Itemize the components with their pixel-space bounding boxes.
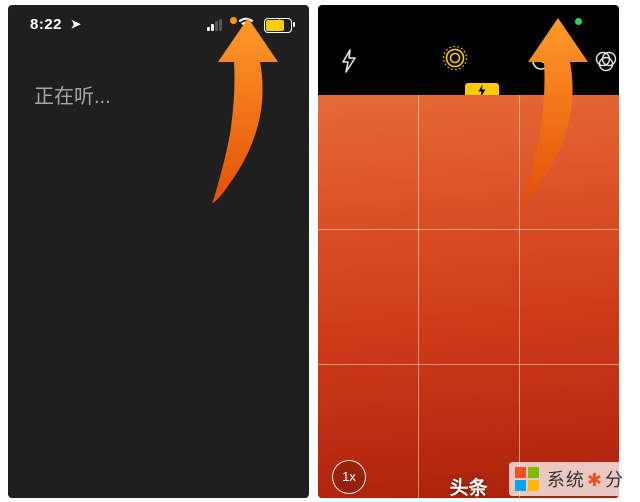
flash-toggle-icon[interactable] [340,49,358,79]
watermark: 系统✱分 [509,462,630,496]
watermark-text-a: 系统 [547,470,585,490]
canvas: 8:22 ➤ ⚡ 正在听... [0,0,640,502]
status-time: 8:22 ➤ [30,16,81,33]
watermark-text-b: 分 [605,470,624,490]
camera-indicator-dot [575,18,582,25]
live-photo-icon[interactable] [442,45,468,77]
viewfinder-caption-text: 头条 [449,473,487,498]
wifi-icon [238,16,254,33]
phone-right: 1x 头条 [318,5,619,498]
phone-left: 8:22 ➤ ⚡ 正在听... [8,5,309,498]
watermark-text: 系统✱分 [547,466,624,492]
status-bar-right [318,5,619,31]
microphone-indicator-dot [230,17,237,24]
filters-icon[interactable] [594,49,618,79]
camera-viewfinder[interactable]: 1x 头条 [318,95,619,498]
microsoft-logo-icon [515,467,539,491]
zoom-toggle-button[interactable]: 1x [332,460,366,494]
battery-icon: ⚡ [264,18,292,33]
listening-status-text: 正在听... [34,80,111,109]
cellular-signal-icon [207,19,223,31]
composition-grid [318,95,619,498]
timer-icon[interactable] [530,49,552,77]
battery-charging-icon: ⚡ [265,18,291,31]
time-text: 8:22 [30,16,62,33]
camera-toolbar [318,31,619,95]
location-services-icon: ➤ [71,17,82,31]
status-bar-left: 8:22 ➤ ⚡ [8,5,309,45]
